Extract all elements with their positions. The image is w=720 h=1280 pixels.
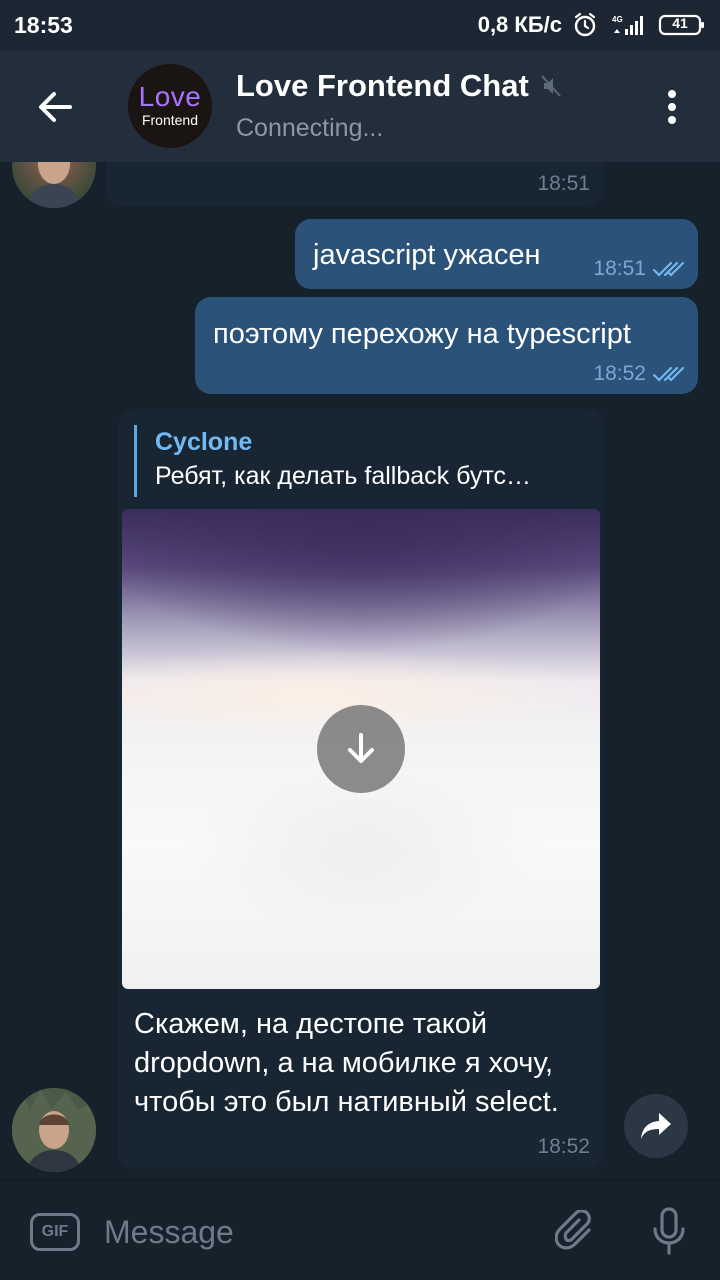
- message-bubble[interactable]: 18:51: [106, 162, 604, 206]
- muted-icon: [541, 75, 561, 97]
- attach-button[interactable]: [552, 1207, 602, 1257]
- double-check-icon: [652, 366, 685, 382]
- chat-title-row[interactable]: Love Frontend Chat: [236, 68, 561, 104]
- download-button[interactable]: [317, 705, 405, 793]
- message-time: 18:52: [593, 362, 646, 385]
- reply-text: Ребят, как делать fallback бутс…: [155, 462, 532, 490]
- microphone-button[interactable]: [644, 1205, 694, 1259]
- back-button[interactable]: [30, 84, 80, 130]
- battery-level: 41: [672, 15, 688, 31]
- paperclip-icon: [555, 1210, 591, 1250]
- double-check-icon: [652, 261, 685, 277]
- media-image[interactable]: [122, 509, 600, 989]
- composer: GIF: [0, 1180, 720, 1280]
- chat-title: Love Frontend Chat: [236, 68, 529, 103]
- message-text: Скажем, на дестопе такой dropdown, а на …: [134, 1008, 559, 1118]
- more-vertical-icon: [668, 90, 676, 124]
- chat-header: Love Frontend Love Frontend Chat Connect…: [0, 50, 720, 162]
- avatar-logo-text: Love: [138, 81, 202, 112]
- image-blur: [182, 769, 542, 929]
- forward-button[interactable]: [624, 1094, 688, 1158]
- status-right: 0,8 КБ/с 4G 41: [478, 12, 706, 38]
- gif-button[interactable]: GIF: [30, 1213, 80, 1251]
- avatar[interactable]: [12, 1088, 96, 1172]
- network-speed: 0,8 КБ/с: [477, 12, 562, 37]
- share-arrow-icon: [641, 1113, 671, 1139]
- message-bubble[interactable]: Cyclone Ребят, как делать fallback бутс……: [118, 409, 604, 1169]
- status-time: 18:53: [14, 11, 73, 38]
- status-bar: 18:53 0,8 КБ/с 4G 41: [0, 0, 720, 50]
- network-type: 4G: [612, 15, 623, 24]
- message-input[interactable]: [104, 1207, 524, 1257]
- message-time: 18:51: [537, 172, 590, 195]
- more-menu-button[interactable]: [652, 82, 692, 132]
- download-arrow-icon: [348, 733, 374, 763]
- reply-author: Cyclone: [155, 428, 253, 456]
- message-list[interactable]: 18:51 javascript ужасен 18:51 поэтому пе…: [0, 162, 720, 1180]
- battery-icon: 41: [658, 13, 706, 37]
- chat-status: Connecting...: [236, 114, 384, 142]
- avatar-logo-subtext: Frontend: [141, 112, 199, 128]
- message-bubble-outgoing[interactable]: поэтому перехожу на typescript 18:52: [195, 297, 698, 394]
- message-time: 18:52: [537, 1135, 590, 1158]
- message-bubble-outgoing[interactable]: javascript ужасен 18:51: [295, 219, 698, 289]
- avatar[interactable]: [12, 162, 96, 208]
- chat-avatar[interactable]: Love Frontend: [128, 64, 212, 148]
- signal-icon: 4G: [608, 13, 648, 37]
- message-time: 18:51: [593, 257, 646, 280]
- reply-preview[interactable]: Cyclone Ребят, как делать fallback бутс…: [134, 425, 590, 497]
- arrow-left-icon: [39, 92, 72, 122]
- message-text: поэтому перехожу на typescript: [213, 318, 631, 350]
- message-text: javascript ужасен: [313, 239, 541, 271]
- alarm-icon: [572, 12, 598, 38]
- microphone-icon: [653, 1207, 685, 1255]
